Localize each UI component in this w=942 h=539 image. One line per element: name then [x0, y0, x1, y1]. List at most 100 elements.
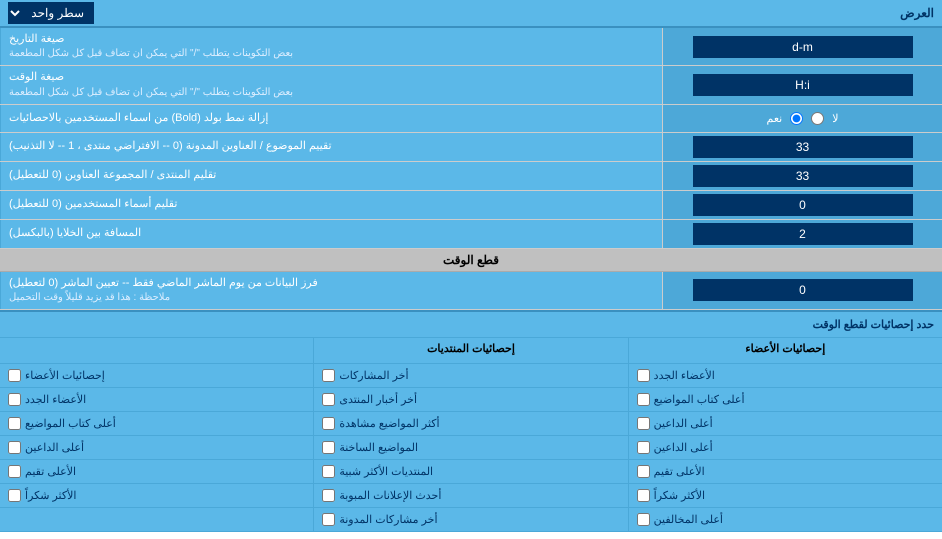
forum-sort-title: تقليم المنتدى / المجموعة العناوين (0 للت…	[9, 168, 216, 183]
stats-cell-col2-1: أخر المشاركات	[313, 364, 627, 388]
username-sort-control	[662, 191, 942, 219]
date-format-input[interactable]	[693, 36, 913, 58]
checkbox-item-col1-4: أعلى الداعين	[8, 441, 84, 454]
time-format-input[interactable]	[693, 74, 913, 96]
checkbox-col2-1[interactable]	[322, 369, 335, 382]
time-format-label: صيغة الوقت بعض التكوينات يتطلب "/" التي …	[0, 66, 662, 103]
stats-cell-col2-5: المنتديات الأكثر شبية	[313, 460, 627, 484]
checkbox-item-col2-1: أخر المشاركات	[322, 369, 408, 382]
forum-sort-input[interactable]	[693, 165, 913, 187]
checkbox-item-col2-7: أخر مشاركات المدونة	[322, 513, 437, 526]
label-col1-3: أعلى كتاب المواضيع	[25, 417, 116, 430]
realtime-filter-title: فرز البيانات من يوم الماشر الماضي فقط --…	[9, 276, 318, 291]
checkbox-col3-4[interactable]	[637, 441, 650, 454]
lines-select[interactable]: سطر واحد سطرين ثلاثة أسطر	[8, 2, 94, 24]
stats-cell-col2-2: أخر أخبار المنتدى	[313, 388, 627, 412]
checkbox-item-col2-4: المواضيع الساخنة	[322, 441, 418, 454]
topic-sort-input[interactable]	[693, 136, 913, 158]
date-format-control	[662, 28, 942, 65]
bold-yes-radio[interactable]	[790, 112, 803, 125]
realtime-filter-input[interactable]	[693, 279, 913, 301]
checkbox-col1-3[interactable]	[8, 417, 21, 430]
label-col2-5: المنتديات الأكثر شبية	[339, 465, 433, 478]
checkbox-item-col2-6: أحدث الإعلانات المبوبة	[322, 489, 441, 502]
checkbox-item-col2-5: المنتديات الأكثر شبية	[322, 465, 433, 478]
cell-spacing-title: المسافة بين الخلايا (بالبكسل)	[9, 226, 141, 241]
checkbox-col2-6[interactable]	[322, 489, 335, 502]
checkbox-col3-6[interactable]	[637, 489, 650, 502]
header-control: سطر واحد سطرين ثلاثة أسطر	[8, 2, 94, 24]
stats-col2-header: إحصائيات المنتديات	[313, 338, 627, 363]
checkbox-item-col3-6: الأكثر شكراً	[637, 489, 705, 502]
checkbox-item-col3-7: أعلى المخالفين	[637, 513, 723, 526]
topic-sort-title: تقييم الموضوع / العناوين المدونة (0 -- ا…	[9, 139, 332, 154]
limit-label: حدد إحصائيات لقطع الوقت	[8, 318, 934, 331]
realtime-section-header: قطع الوقت	[0, 249, 942, 272]
checkbox-item-col1-1: إحصائيات الأعضاء	[8, 369, 105, 382]
bold-remove-row: لا نعم إزالة نمط بولد (Bold) من اسماء ال…	[0, 105, 942, 133]
date-format-label-inner: صيغة التاريخ بعض التكوينات يتطلب "/" الت…	[9, 32, 293, 61]
realtime-filter-label: فرز البيانات من يوم الماشر الماضي فقط --…	[0, 272, 662, 309]
label-col2-7: أخر مشاركات المدونة	[339, 513, 437, 526]
topic-sort-control	[662, 133, 942, 161]
stats-cell-col1-2: الأعضاء الجدد	[0, 388, 313, 412]
stats-cell-col3-5: الأعلى تقيم	[628, 460, 942, 484]
forum-sort-control	[662, 162, 942, 190]
checkbox-col1-5[interactable]	[8, 465, 21, 478]
label-col2-4: المواضيع الساخنة	[339, 441, 418, 454]
label-col1-6: الأكثر شكراً	[25, 489, 76, 502]
checkbox-col3-1[interactable]	[637, 369, 650, 382]
bold-radio-group: لا نعم	[767, 112, 839, 125]
checkbox-col3-5[interactable]	[637, 465, 650, 478]
time-format-row: صيغة الوقت بعض التكوينات يتطلب "/" التي …	[0, 66, 942, 104]
username-sort-label: تقليم أسماء المستخدمين (0 للتعطيل)	[0, 191, 662, 219]
checkbox-col2-7[interactable]	[322, 513, 335, 526]
bold-yes-label: نعم	[767, 112, 783, 125]
cell-spacing-label: المسافة بين الخلايا (بالبكسل)	[0, 220, 662, 248]
cell-spacing-control	[662, 220, 942, 248]
topic-sort-row: تقييم الموضوع / العناوين المدونة (0 -- ا…	[0, 133, 942, 162]
checkbox-item-col1-6: الأكثر شكراً	[8, 489, 76, 502]
checkbox-col1-2[interactable]	[8, 393, 21, 406]
limit-row: حدد إحصائيات لقطع الوقت	[0, 312, 942, 338]
date-format-subtitle: بعض التكوينات يتطلب "/" التي يمكن ان تضا…	[9, 47, 293, 61]
checkbox-item-col2-3: أكثر المواضيع مشاهدة	[322, 417, 439, 430]
username-sort-input[interactable]	[693, 194, 913, 216]
checkbox-col1-1[interactable]	[8, 369, 21, 382]
time-format-label-inner: صيغة الوقت بعض التكوينات يتطلب "/" التي …	[9, 70, 293, 99]
checkbox-item-col3-1: الأعضاء الجدد	[637, 369, 715, 382]
checkbox-col2-4[interactable]	[322, 441, 335, 454]
checkbox-item-col1-2: الأعضاء الجدد	[8, 393, 86, 406]
stats-cell-col1-3: أعلى كتاب المواضيع	[0, 412, 313, 436]
checkbox-item-col3-3: أعلى الداعين	[637, 417, 713, 430]
date-format-row: صيغة التاريخ بعض التكوينات يتطلب "/" الت…	[0, 28, 942, 66]
checkbox-col1-4[interactable]	[8, 441, 21, 454]
label-col2-1: أخر المشاركات	[339, 369, 408, 382]
date-format-title: صيغة التاريخ	[9, 32, 64, 47]
checkbox-item-col1-3: أعلى كتاب المواضيع	[8, 417, 116, 430]
forum-sort-row: تقليم المنتدى / المجموعة العناوين (0 للت…	[0, 162, 942, 191]
checkbox-col3-3[interactable]	[637, 417, 650, 430]
stats-cell-col1-1: إحصائيات الأعضاء	[0, 364, 313, 388]
bold-no-label: لا	[832, 112, 838, 125]
stats-rows-3: أعلى الداعين أكثر المواضيع مشاهدة أعلى ك…	[0, 412, 942, 436]
checkbox-col3-2[interactable]	[637, 393, 650, 406]
stats-section: حدد إحصائيات لقطع الوقت إحصائيات الأعضاء…	[0, 310, 942, 532]
checkbox-item-col3-2: أعلى كتاب المواضيع	[637, 393, 745, 406]
bold-no-radio[interactable]	[811, 112, 824, 125]
checkbox-col1-6[interactable]	[8, 489, 21, 502]
stats-cell-col1-6: الأكثر شكراً	[0, 484, 313, 508]
time-format-control	[662, 66, 942, 103]
checkbox-col3-7[interactable]	[637, 513, 650, 526]
username-sort-row: تقليم أسماء المستخدمين (0 للتعطيل)	[0, 191, 942, 220]
checkbox-item-col2-2: أخر أخبار المنتدى	[322, 393, 417, 406]
cell-spacing-input[interactable]	[693, 223, 913, 245]
stats-cell-col3-2: أعلى كتاب المواضيع	[628, 388, 942, 412]
label-col1-2: الأعضاء الجدد	[25, 393, 86, 406]
checkbox-col2-2[interactable]	[322, 393, 335, 406]
realtime-filter-row: فرز البيانات من يوم الماشر الماضي فقط --…	[0, 272, 942, 310]
label-col3-2: أعلى كتاب المواضيع	[654, 393, 745, 406]
stats-cell-col3-3: أعلى الداعين	[628, 412, 942, 436]
checkbox-col2-5[interactable]	[322, 465, 335, 478]
checkbox-col2-3[interactable]	[322, 417, 335, 430]
